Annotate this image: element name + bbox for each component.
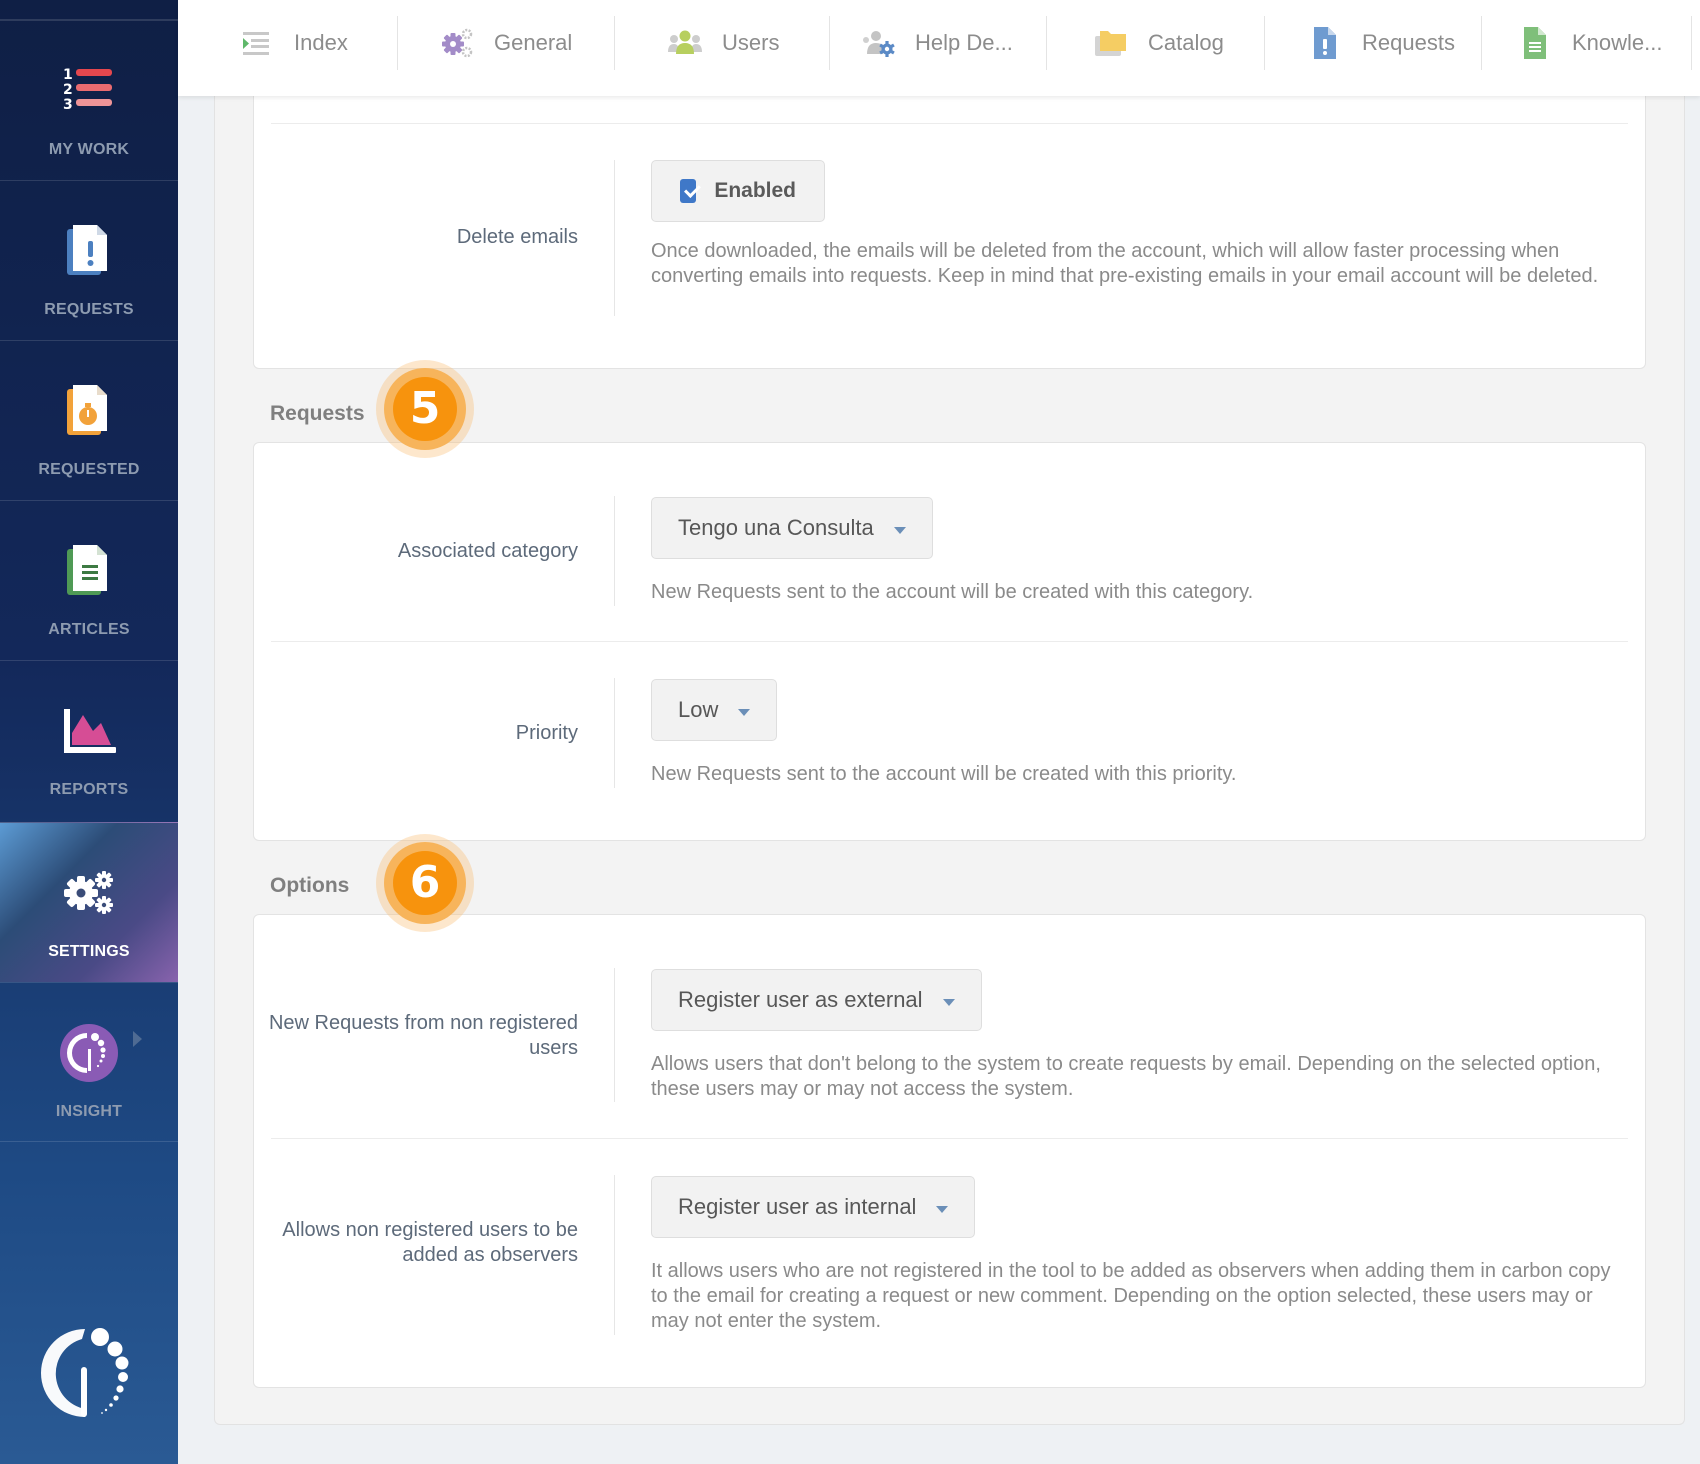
- step-badge-5: 5: [376, 360, 474, 458]
- column-divider: [614, 968, 615, 1102]
- index-list-icon: [243, 32, 269, 55]
- chevron-down-icon: [893, 526, 906, 534]
- row-divider: [271, 123, 1628, 124]
- tab-knowledge[interactable]: Knowle...: [1518, 16, 1663, 70]
- priority-dropdown[interactable]: Low: [651, 679, 778, 741]
- tab-label: Catalog: [1148, 30, 1224, 55]
- column-divider: [614, 678, 615, 788]
- sidebar-item-label: REQUESTS: [44, 301, 134, 318]
- insight-logo-icon: [60, 1024, 118, 1082]
- area-chart-icon: [64, 709, 116, 753]
- delete-emails-label: Delete emails: [456, 226, 578, 248]
- priority-label: Priority: [515, 722, 578, 744]
- tab-label: General: [494, 30, 573, 55]
- non-registered-requests-description: Allows users that don't belong to the sy…: [651, 1053, 1601, 1100]
- sidebar-item-requested[interactable]: REQUESTED: [0, 340, 178, 500]
- sidebar-item-reports[interactable]: REPORTS: [0, 660, 178, 820]
- sidebar: 1 2 3 MY WORK REQUESTS REQUESTED ARTICLE…: [0, 0, 178, 1464]
- users-icon: [668, 30, 702, 54]
- non-registered-requests-dropdown[interactable]: Register user as external: [651, 969, 982, 1031]
- dropdown-value: Tengo una Consulta: [678, 515, 874, 540]
- gears-icon: [442, 28, 473, 58]
- tab-label: Index: [294, 30, 348, 55]
- dropdown-value: Low: [678, 697, 719, 722]
- chevron-down-icon: [738, 708, 751, 716]
- tab-help-desk[interactable]: Help De...: [861, 16, 1013, 70]
- tab-divider: [1481, 16, 1482, 70]
- column-divider: [614, 496, 615, 606]
- knowledge-document-icon: [1524, 27, 1546, 59]
- article-document-icon: [67, 545, 107, 595]
- non-registered-observers-dropdown[interactable]: Register user as internal: [651, 1176, 976, 1238]
- sidebar-item-requests[interactable]: REQUESTS: [0, 180, 178, 340]
- sidebar-item-label: ARTICLES: [48, 621, 130, 638]
- dropdown-value: Register user as internal: [678, 1194, 917, 1219]
- chevron-down-icon: [936, 1205, 949, 1213]
- sidebar-item-insight[interactable]: INSIGHT: [0, 982, 178, 1142]
- non-registered-requests-label: New Requests from non registered users: [268, 1012, 578, 1059]
- folder-icon: [1095, 31, 1126, 56]
- sidebar-item-label: MY WORK: [48, 141, 130, 158]
- options-section-title: Options: [270, 874, 350, 897]
- tab-requests[interactable]: Requests: [1308, 16, 1455, 70]
- tab-divider: [614, 16, 615, 70]
- tab-label: Requests: [1362, 30, 1455, 55]
- chevron-down-icon: [942, 998, 955, 1006]
- sidebar-item-my-work[interactable]: 1 2 3 MY WORK: [0, 20, 178, 180]
- checkbox-label: Enabled: [714, 179, 796, 202]
- settings-tabs-bar: Index General Users Help De... Catalog R…: [178, 0, 1700, 96]
- tab-index[interactable]: Index: [240, 16, 348, 70]
- sidebar-item-articles[interactable]: ARTICLES: [0, 500, 178, 660]
- sidebar-item-label: REPORTS: [49, 781, 129, 798]
- tab-users[interactable]: Users: [668, 16, 779, 70]
- tab-label: Users: [722, 30, 780, 55]
- associated-category-dropdown[interactable]: Tengo una Consulta: [651, 497, 933, 559]
- tab-catalog[interactable]: Catalog: [1094, 16, 1224, 70]
- delete-emails-checkbox[interactable]: Enabled: [651, 160, 825, 222]
- tab-divider: [1046, 16, 1047, 70]
- non-registered-observers-label: Allows non registered users to be added …: [282, 1219, 578, 1266]
- delete-emails-description: Once downloaded, the emails will be dele…: [651, 240, 1599, 287]
- tab-label: Knowle...: [1572, 30, 1663, 55]
- tab-divider: [397, 16, 398, 70]
- stopwatch-document-icon: [67, 385, 107, 435]
- sidebar-item-label: SETTINGS: [48, 943, 130, 960]
- step-number: 5: [393, 377, 457, 441]
- svg-text:3: 3: [63, 97, 73, 113]
- tab-divider: [829, 16, 830, 70]
- tab-label: Help De...: [915, 30, 1013, 55]
- step-badge-6: 6: [376, 834, 474, 932]
- tab-divider: [1264, 16, 1265, 70]
- checkbox-checked-icon[interactable]: [680, 179, 697, 203]
- expand-arrow-icon[interactable]: [133, 1031, 142, 1047]
- svg-text:1: 1: [63, 67, 73, 83]
- row-divider: [271, 641, 1628, 642]
- priority-description: New Requests sent to the account will be…: [651, 763, 1237, 785]
- requests-section-title: Requests: [270, 402, 365, 425]
- svg-text:2: 2: [63, 82, 73, 98]
- sidebar-item-settings[interactable]: SETTINGS: [0, 822, 178, 982]
- column-divider: [614, 160, 615, 316]
- tab-divider: [1691, 16, 1692, 70]
- app-logo-icon: [41, 1328, 129, 1417]
- numbered-list-icon: 1 2 3: [63, 67, 112, 113]
- gears-icon: [64, 871, 113, 914]
- row-divider: [271, 1138, 1628, 1139]
- request-document-icon: [67, 225, 107, 275]
- non-registered-observers-description: It allows users who are not registered i…: [651, 1260, 1611, 1332]
- sidebar-item-label: REQUESTED: [38, 461, 140, 478]
- column-divider: [614, 1175, 615, 1335]
- request-document-icon: [1314, 27, 1336, 59]
- helpdesk-users-gear-icon: [863, 31, 895, 57]
- tab-general[interactable]: General: [440, 16, 572, 70]
- sidebar-item-label: INSIGHT: [55, 1103, 123, 1120]
- dropdown-value: Register user as external: [678, 987, 923, 1012]
- associated-category-label: Associated category: [397, 540, 578, 562]
- associated-category-description: New Requests sent to the account will be…: [651, 581, 1254, 603]
- step-number: 6: [393, 851, 457, 915]
